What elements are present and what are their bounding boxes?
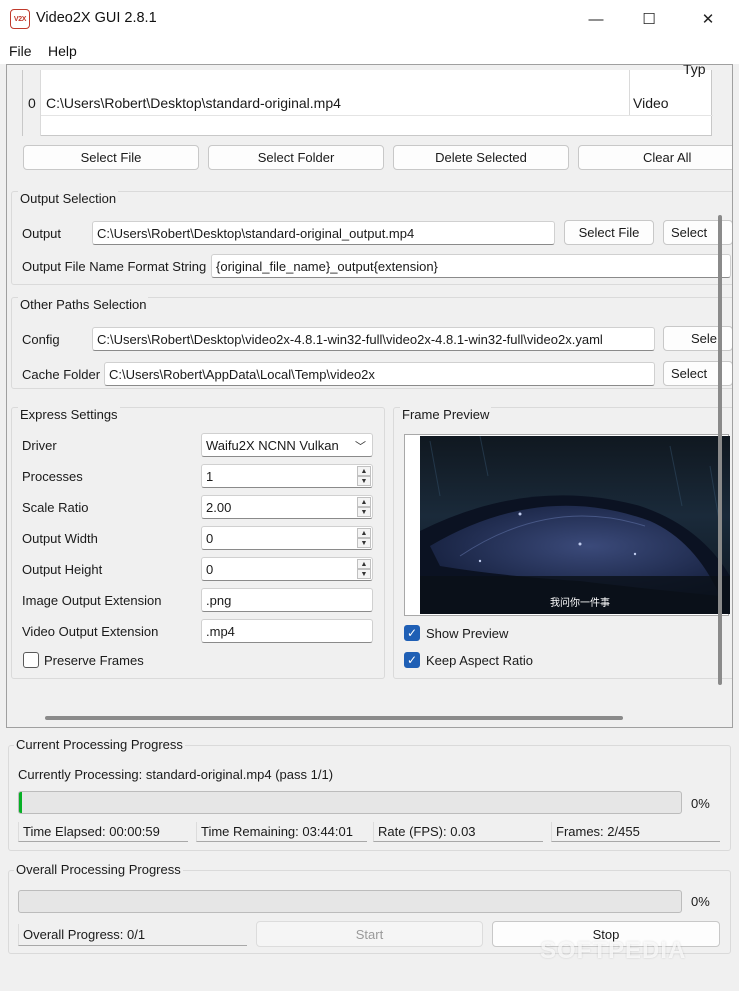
checkmark-icon: ✓ [406, 626, 418, 640]
output-width-value: 0 [206, 530, 214, 546]
column-divider [629, 70, 630, 116]
output-height-value: 0 [206, 561, 214, 577]
table-cell-type[interactable]: Video [633, 95, 669, 111]
clear-all-button[interactable]: Clear All [578, 145, 732, 170]
processes-label: Processes [22, 469, 83, 484]
time-elapsed: Time Elapsed: 00:00:59 [18, 822, 188, 842]
title-bar[interactable]: V2X Video2X GUI 2.8.1 — ☐ ✕ [0, 0, 739, 38]
select-folder-button[interactable]: Select Folder [208, 145, 384, 170]
close-button[interactable]: ✕ [683, 0, 733, 38]
cache-select-button[interactable]: Select [663, 361, 732, 386]
overall-progress-status: Overall Progress: 0/1 [18, 924, 247, 946]
preview-subtitle: 我问你一件事 [550, 598, 610, 609]
app-logo-icon: V2X [10, 9, 30, 29]
close-icon: ✕ [701, 11, 715, 28]
delete-selected-button[interactable]: Delete Selected [393, 145, 569, 170]
overall-progress-title: Overall Processing Progress [14, 862, 183, 877]
preview-image: 我问你一件事 [420, 436, 730, 614]
watermark-logo: SOFTPEDIA [540, 937, 687, 964]
overall-progress-percent: 0% [691, 894, 710, 909]
scale-ratio-spinbox[interactable]: 2.00 ▲ ▼ [201, 495, 373, 519]
app-window: V2X Video2X GUI 2.8.1 — ☐ ✕ File Help Ty… [0, 0, 739, 991]
scale-ratio-label: Scale Ratio [22, 500, 89, 515]
table-header-type: Typ [683, 64, 706, 77]
cache-folder-label: Cache Folder [22, 367, 101, 382]
menu-help[interactable]: Help [48, 43, 77, 59]
output-path-input[interactable]: C:\Users\Robert\Desktop\standard-origina… [92, 221, 555, 245]
spin-up-icon[interactable]: ▲ [357, 528, 371, 538]
other-paths-title: Other Paths Selection [18, 297, 149, 312]
input-file-table[interactable]: Typ 0 C:\Users\Robert\Desktop\standard-o… [22, 65, 713, 136]
output-height-spinbox[interactable]: 0 ▲ ▼ [201, 557, 373, 581]
start-button[interactable]: Start [256, 921, 483, 947]
menu-file[interactable]: File [9, 43, 32, 59]
scale-ratio-value: 2.00 [206, 499, 232, 515]
output-width-spinbox[interactable]: 0 ▲ ▼ [201, 526, 373, 550]
driver-select[interactable]: Waifu2X NCNN Vulkan ﹀ [201, 433, 373, 457]
overall-progress-bar [18, 890, 682, 913]
cache-folder-input[interactable]: C:\Users\Robert\AppData\Local\Temp\video… [104, 362, 655, 386]
show-preview-label: Show Preview [426, 626, 509, 641]
output-height-label: Output Height [22, 562, 103, 577]
current-processing-status: Currently Processing: standard-original.… [18, 767, 334, 782]
spin-down-icon[interactable]: ▼ [357, 538, 371, 548]
output-width-label: Output Width [22, 531, 98, 546]
spin-down-icon[interactable]: ▼ [357, 569, 371, 579]
menu-bar [0, 38, 739, 64]
maximize-icon: ☐ [642, 11, 656, 28]
express-settings-title: Express Settings [18, 407, 120, 422]
horizontal-scrollbar-thumb[interactable] [45, 716, 623, 720]
spin-down-icon[interactable]: ▼ [357, 476, 371, 486]
minimize-icon: — [588, 10, 604, 28]
maximize-button[interactable]: ☐ [624, 0, 674, 38]
time-remaining: Time Remaining: 03:44:01 [196, 822, 367, 842]
preserve-frames-checkbox[interactable] [23, 652, 39, 668]
frame-preview-title: Frame Preview [400, 407, 492, 422]
frames-count: Frames: 2/455 [551, 822, 720, 842]
keep-aspect-label: Keep Aspect Ratio [426, 653, 533, 668]
driver-label: Driver [22, 438, 57, 453]
spin-up-icon[interactable]: ▲ [357, 559, 371, 569]
spin-up-icon[interactable]: ▲ [357, 497, 371, 507]
format-string-input[interactable]: {original_file_name}_output{extension} [211, 254, 731, 278]
vertical-scrollbar-thumb[interactable] [718, 215, 722, 685]
output-label: Output [22, 226, 62, 241]
table-cell-path[interactable]: C:\Users\Robert\Desktop\standard-origina… [46, 95, 341, 111]
output-select-folder-button[interactable]: Select [663, 220, 732, 245]
current-progress-title: Current Processing Progress [14, 737, 185, 752]
row-divider [41, 115, 713, 116]
frame-preview-box: 我问你一件事 [404, 434, 730, 616]
output-select-file-button[interactable]: Select File [564, 220, 654, 245]
video-extension-label: Video Output Extension [22, 624, 159, 639]
format-string-label: Output File Name Format String [22, 259, 207, 274]
config-label: Config [22, 332, 60, 347]
current-progress-fill [19, 792, 22, 813]
processes-spinbox[interactable]: 1 ▲ ▼ [201, 464, 373, 488]
keep-aspect-checkbox[interactable]: ✓ [404, 652, 420, 668]
umbrella-scene-image [420, 436, 730, 614]
config-select-button[interactable]: Sele [663, 326, 732, 351]
settings-scroll-area[interactable]: Typ 0 C:\Users\Robert\Desktop\standard-o… [6, 64, 733, 728]
table-row-index: 0 [28, 95, 36, 111]
window-title: Video2X GUI 2.8.1 [36, 10, 157, 26]
current-progress-bar [18, 791, 682, 814]
chevron-down-icon: ﹀ [355, 441, 366, 453]
image-extension-label: Image Output Extension [22, 593, 162, 608]
show-preview-checkbox[interactable]: ✓ [404, 625, 420, 641]
preserve-frames-label: Preserve Frames [44, 653, 144, 668]
config-path-input[interactable]: C:\Users\Robert\Desktop\video2x-4.8.1-wi… [92, 327, 655, 351]
spin-down-icon[interactable]: ▼ [357, 507, 371, 517]
spin-up-icon[interactable]: ▲ [357, 466, 371, 476]
checkmark-icon: ✓ [406, 653, 418, 667]
current-progress-percent: 0% [691, 796, 710, 811]
image-extension-input[interactable]: .png [201, 588, 373, 612]
minimize-button[interactable]: — [571, 0, 621, 38]
video-extension-input[interactable]: .mp4 [201, 619, 373, 643]
rate-fps: Rate (FPS): 0.03 [373, 822, 543, 842]
select-file-button[interactable]: Select File [23, 145, 199, 170]
processes-value: 1 [206, 468, 214, 484]
output-selection-title: Output Selection [18, 191, 119, 206]
driver-select-value: Waifu2X NCNN Vulkan [206, 437, 339, 453]
